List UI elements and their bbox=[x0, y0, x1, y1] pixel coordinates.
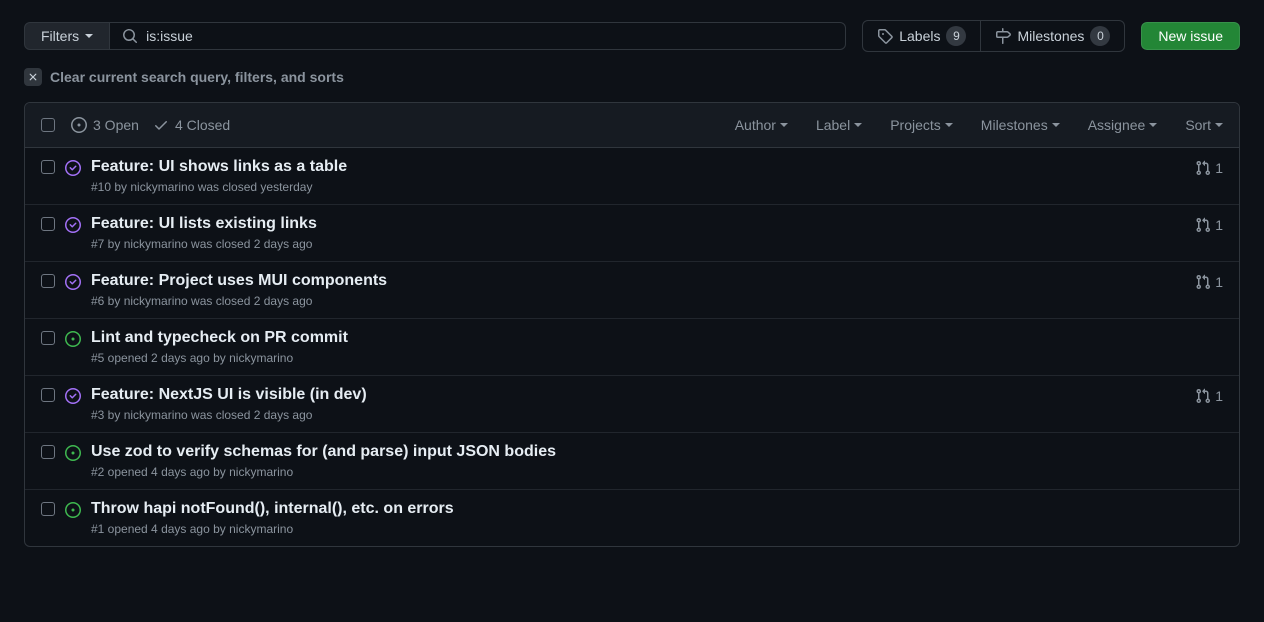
new-issue-button[interactable]: New issue bbox=[1141, 22, 1240, 50]
check-icon bbox=[153, 117, 169, 133]
issue-title-link[interactable]: Feature: UI shows links as a table bbox=[91, 158, 347, 175]
labels-label: Labels bbox=[899, 28, 940, 44]
filter-label: Sort bbox=[1185, 117, 1211, 133]
linked-pr-count[interactable]: 1 bbox=[1183, 215, 1223, 251]
milestone-icon bbox=[995, 28, 1011, 44]
issue-row: Feature: NextJS UI is visible (in dev) #3… bbox=[25, 376, 1239, 433]
issue-checkbox[interactable] bbox=[41, 331, 55, 345]
filter-assignee[interactable]: Assignee bbox=[1088, 117, 1158, 133]
issue-meta: #6 by nickymarino was closed 2 days ago bbox=[91, 294, 1173, 308]
caret-down-icon bbox=[780, 123, 788, 127]
filter-label: Projects bbox=[890, 117, 941, 133]
pull-request-icon bbox=[1195, 388, 1211, 404]
filter-label: Milestones bbox=[981, 117, 1048, 133]
issue-open-icon bbox=[65, 445, 81, 461]
labels-button[interactable]: Labels 9 bbox=[862, 20, 981, 52]
open-count-label: 3 Open bbox=[93, 117, 139, 133]
issue-open-icon bbox=[65, 502, 81, 518]
issue-meta: #1 opened 4 days ago by nickymarino bbox=[91, 522, 1173, 536]
issue-row: Feature: UI lists existing links #7 by ni… bbox=[25, 205, 1239, 262]
filter-label[interactable]: Label bbox=[816, 117, 862, 133]
issue-meta: #2 opened 4 days ago by nickymarino bbox=[91, 465, 1173, 479]
issue-title-link[interactable]: Lint and typecheck on PR commit bbox=[91, 329, 348, 346]
linked-pr-count[interactable]: 1 bbox=[1183, 158, 1223, 194]
pull-request-icon bbox=[1195, 274, 1211, 290]
linked-pr-count[interactable]: 1 bbox=[1183, 272, 1223, 308]
closed-issues-link[interactable]: 4 Closed bbox=[153, 117, 230, 133]
issues-header: 3 Open 4 Closed Author Label Projects Miles… bbox=[25, 103, 1239, 148]
caret-down-icon bbox=[854, 123, 862, 127]
issue-title-link[interactable]: Use zod to verify schemas for (and parse… bbox=[91, 443, 556, 460]
milestones-label: Milestones bbox=[1017, 28, 1084, 44]
issue-meta: #10 by nickymarino was closed yesterday bbox=[91, 180, 1173, 194]
issue-row: Use zod to verify schemas for (and parse… bbox=[25, 433, 1239, 490]
issues-list: 3 Open 4 Closed Author Label Projects Miles… bbox=[24, 102, 1240, 547]
search-icon bbox=[122, 28, 138, 44]
issue-closed-icon bbox=[65, 217, 81, 233]
clear-label: Clear current search query, filters, and… bbox=[50, 69, 344, 85]
issue-closed-icon bbox=[65, 274, 81, 290]
issue-title-link[interactable]: Feature: UI lists existing links bbox=[91, 215, 317, 232]
filter-label: Assignee bbox=[1088, 117, 1146, 133]
pr-count-label: 1 bbox=[1215, 217, 1223, 233]
filter-label: Label bbox=[816, 117, 850, 133]
filter-author[interactable]: Author bbox=[735, 117, 788, 133]
open-issues-link[interactable]: 3 Open bbox=[71, 117, 139, 133]
caret-down-icon bbox=[1052, 123, 1060, 127]
filters-button[interactable]: Filters bbox=[24, 22, 110, 50]
issue-row: Throw hapi notFound(), internal(), etc. … bbox=[25, 490, 1239, 546]
milestones-button[interactable]: Milestones 0 bbox=[981, 20, 1125, 52]
filter-projects[interactable]: Projects bbox=[890, 117, 953, 133]
close-icon bbox=[24, 68, 42, 86]
pr-count-label: 1 bbox=[1215, 388, 1223, 404]
issue-checkbox[interactable] bbox=[41, 502, 55, 516]
pr-count-label: 1 bbox=[1215, 274, 1223, 290]
search-input[interactable] bbox=[146, 28, 833, 44]
issue-checkbox[interactable] bbox=[41, 217, 55, 231]
issue-closed-icon bbox=[65, 388, 81, 404]
filter-label: Author bbox=[735, 117, 776, 133]
issue-closed-icon bbox=[65, 160, 81, 176]
issue-title-link[interactable]: Throw hapi notFound(), internal(), etc. … bbox=[91, 500, 454, 517]
labels-count: 9 bbox=[946, 26, 966, 46]
issue-checkbox[interactable] bbox=[41, 388, 55, 402]
issue-row: Feature: UI shows links as a table #10 by… bbox=[25, 148, 1239, 205]
filter-sort[interactable]: Sort bbox=[1185, 117, 1223, 133]
issue-open-icon bbox=[65, 331, 81, 347]
pull-request-icon bbox=[1195, 217, 1211, 233]
filters-label: Filters bbox=[41, 28, 79, 44]
pull-request-icon bbox=[1195, 160, 1211, 176]
closed-count-label: 4 Closed bbox=[175, 117, 230, 133]
caret-down-icon bbox=[85, 34, 93, 38]
issue-checkbox[interactable] bbox=[41, 160, 55, 174]
issue-row: Lint and typecheck on PR commit #5 opened… bbox=[25, 319, 1239, 376]
issue-meta: #7 by nickymarino was closed 2 days ago bbox=[91, 237, 1173, 251]
issue-title-link[interactable]: Feature: Project uses MUI components bbox=[91, 272, 387, 289]
issue-open-icon bbox=[71, 117, 87, 133]
issue-row: Feature: Project uses MUI components #6 b… bbox=[25, 262, 1239, 319]
caret-down-icon bbox=[1149, 123, 1157, 127]
labels-milestones-group: Labels 9 Milestones 0 bbox=[862, 20, 1125, 52]
caret-down-icon bbox=[945, 123, 953, 127]
milestones-count: 0 bbox=[1090, 26, 1110, 46]
select-all-checkbox[interactable] bbox=[41, 118, 55, 132]
search-wrap[interactable] bbox=[110, 22, 846, 50]
issue-title-link[interactable]: Feature: NextJS UI is visible (in dev) bbox=[91, 386, 367, 403]
filter-milestones[interactable]: Milestones bbox=[981, 117, 1060, 133]
caret-down-icon bbox=[1215, 123, 1223, 127]
issue-meta: #5 opened 2 days ago by nickymarino bbox=[91, 351, 1173, 365]
tag-icon bbox=[877, 28, 893, 44]
issue-checkbox[interactable] bbox=[41, 445, 55, 459]
pr-count-label: 1 bbox=[1215, 160, 1223, 176]
clear-filters-link[interactable]: Clear current search query, filters, and… bbox=[24, 68, 1240, 86]
issue-checkbox[interactable] bbox=[41, 274, 55, 288]
new-issue-label: New issue bbox=[1158, 28, 1223, 44]
linked-pr-count[interactable]: 1 bbox=[1183, 386, 1223, 422]
issue-meta: #3 by nickymarino was closed 2 days ago bbox=[91, 408, 1173, 422]
